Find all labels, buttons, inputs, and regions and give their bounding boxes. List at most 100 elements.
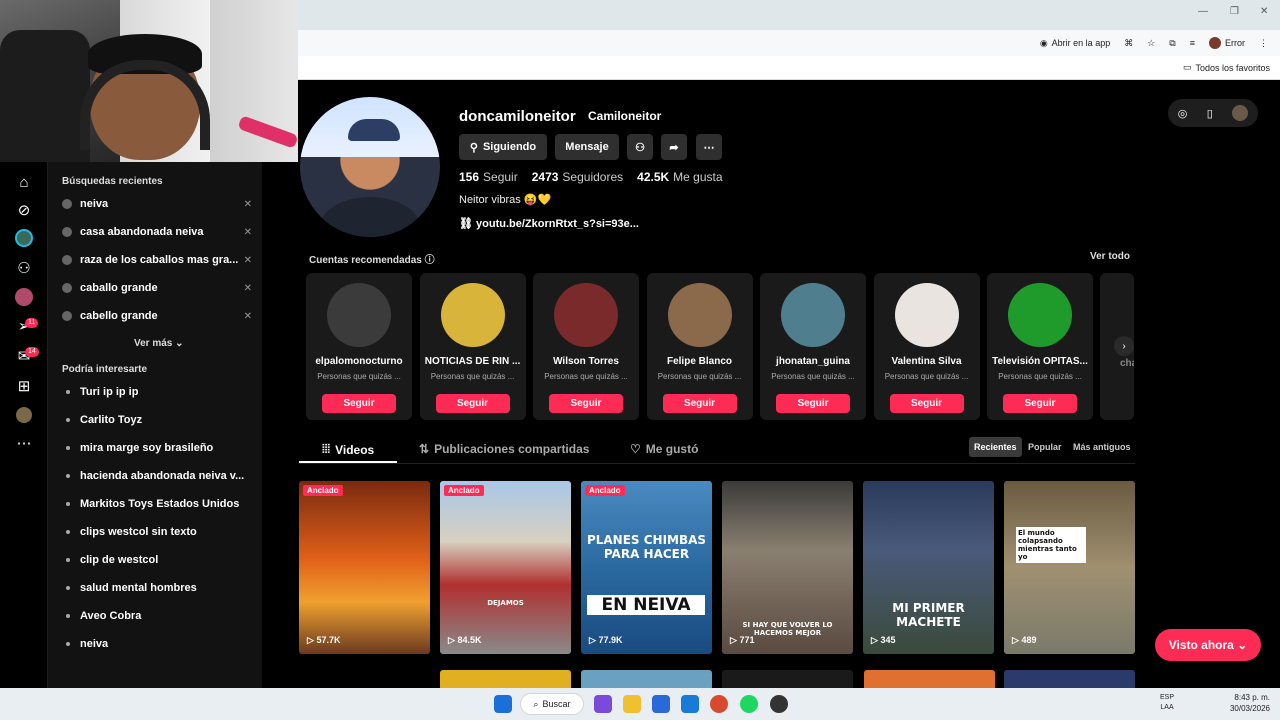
upload-icon[interactable]: ⊞ [14, 376, 34, 396]
watched-now-button[interactable]: Visto ahora ⌄ [1155, 629, 1261, 661]
app-icon[interactable] [770, 695, 788, 713]
follow-button[interactable]: Seguir [776, 394, 850, 413]
more-icon[interactable]: ⋯ [14, 433, 34, 453]
open-in-app-button[interactable]: ◉ Abrir en la app [1040, 38, 1110, 49]
profile-icon[interactable] [14, 405, 34, 425]
video-thumbnail[interactable]: Anclado DEJAMOS ▷ 84.5K [440, 481, 571, 654]
user-avatar[interactable] [1232, 105, 1249, 121]
suggestion-item[interactable]: mira marge soy brasileño [66, 442, 256, 454]
extensions-icon[interactable]: ⧉ [1169, 38, 1175, 49]
follow-button[interactable]: Seguir [549, 394, 623, 413]
menu-icon[interactable]: ⋮ [1259, 38, 1268, 49]
following-button[interactable]: ⚲ Siguiendo [459, 134, 547, 160]
star-icon[interactable]: ☆ [1147, 38, 1155, 49]
recent-search-item[interactable]: caballo grande ✕ [62, 278, 252, 298]
remove-icon[interactable]: ✕ [244, 227, 252, 238]
carousel-next-button[interactable]: › [1114, 336, 1134, 356]
video-thumb-partial[interactable] [722, 670, 853, 688]
friends-avatar-icon[interactable] [14, 287, 34, 307]
video-thumb-partial[interactable] [1004, 670, 1135, 688]
follow-button[interactable]: Seguir [435, 394, 510, 413]
sort-popular[interactable]: Popular [1023, 437, 1067, 457]
avatar[interactable] [667, 283, 732, 347]
add-friend-button[interactable]: ⚇ [627, 134, 653, 160]
remove-icon[interactable]: ✕ [244, 255, 252, 266]
more-options-button[interactable]: ⋯ [696, 134, 722, 160]
following-icon[interactable]: ⚇ [14, 258, 34, 278]
media-icon[interactable]: ≡ [1190, 38, 1195, 48]
avatar[interactable] [1008, 283, 1072, 347]
minimize-icon[interactable]: — [1198, 6, 1208, 17]
remove-icon[interactable]: ✕ [244, 199, 252, 210]
suggestion-item[interactable]: neiva [66, 638, 256, 650]
translate-icon[interactable]: ⌘ [1124, 38, 1133, 49]
chrome-icon[interactable] [710, 695, 728, 713]
suggestion-item[interactable]: Markitos Toys Estados Unidos [66, 498, 256, 510]
remove-icon[interactable]: ✕ [244, 283, 252, 294]
copilot-icon[interactable] [594, 695, 612, 713]
tab-videos[interactable]: ⦙⦙⦙ Videos [322, 442, 374, 457]
tab-liked[interactable]: ♡ Me gustó [630, 442, 698, 456]
video-thumb-partial[interactable] [440, 670, 571, 688]
profile-chip[interactable]: Error [1209, 37, 1245, 49]
sort-recent[interactable]: Recientes [969, 437, 1022, 457]
spotify-icon[interactable] [740, 695, 758, 713]
suggestion-item[interactable]: clips westcol sin texto [66, 526, 256, 538]
recommended-account-card[interactable]: Wilson Torres Personas que quizás ... Segu… [533, 273, 639, 420]
mail-icon[interactable] [681, 695, 699, 713]
suggestion-item[interactable]: Aveo Cobra [66, 610, 256, 622]
share-button[interactable]: ➦ [661, 134, 687, 160]
windows-start-icon[interactable] [494, 695, 512, 713]
avatar[interactable] [327, 283, 391, 347]
avatar[interactable] [781, 283, 845, 347]
follow-button[interactable]: Seguir [662, 394, 737, 413]
video-thumbnail[interactable]: Anclado ▷ 57.7K [299, 481, 430, 654]
tab-shared[interactable]: ⇅ Publicaciones compartidas [419, 442, 589, 456]
info-icon[interactable]: ⓘ [425, 255, 435, 266]
taskbar-search[interactable]: ⌕ Buscar [520, 693, 584, 715]
recommended-account-card[interactable]: Televisión OPITAS... Personas que quizás … [987, 273, 1093, 420]
recommended-account-card[interactable]: NOTICIAS DE RIN ... Personas que quizás .… [419, 273, 526, 420]
suggestion-item[interactable]: clip de westcol [66, 554, 256, 566]
suggestion-item[interactable]: salud mental hombres [66, 582, 256, 594]
video-thumbnail[interactable]: SI HAY QUE VOLVER LO HACEMOS MEJOR ▷ 771 [722, 481, 853, 654]
video-thumbnail[interactable]: El mundo colapsando mientras tanto yo ▷ 4… [1004, 481, 1135, 654]
video-thumbnail[interactable]: MI PRIMER MACHETE ▷ 345 [863, 481, 994, 654]
live-avatar-icon[interactable] [14, 228, 34, 248]
avatar[interactable] [894, 283, 959, 347]
video-thumb-partial[interactable] [864, 670, 995, 688]
see-all-link[interactable]: Ver todo [1090, 251, 1130, 262]
recent-search-item[interactable]: cabello grande ✕ [62, 306, 252, 326]
close-window-icon[interactable]: ✕ [1260, 6, 1268, 17]
recent-search-item[interactable]: neiva ✕ [62, 194, 252, 214]
clock[interactable]: 8:43 p. m. 30/03/2026 [1230, 692, 1270, 714]
store-icon[interactable] [652, 695, 670, 713]
suggestion-item[interactable]: Carlito Toyz [66, 414, 256, 426]
video-thumb-partial[interactable] [581, 670, 712, 688]
message-button[interactable]: Mensaje [555, 134, 619, 160]
recommended-account-card[interactable]: elpalomonocturno Personas que quizás ... S… [306, 273, 412, 420]
following-stat[interactable]: 156 Seguir [459, 170, 518, 184]
followers-stat[interactable]: 2473 Seguidores [532, 170, 623, 184]
all-bookmarks-button[interactable]: ▭ Todos los favoritos [1183, 62, 1270, 73]
see-more-button[interactable]: Ver más ⌄ [134, 338, 184, 349]
home-icon[interactable]: ⌂ [14, 172, 34, 192]
language-indicator[interactable]: ESP LAA [1160, 693, 1174, 713]
recommended-account-card[interactable]: Valentina Silva Personas que quizás ... Se… [873, 273, 980, 420]
recommended-account-card[interactable]: Felipe Blanco Personas que quizás ... Segu… [646, 273, 753, 420]
follow-button[interactable]: Seguir [1003, 394, 1077, 413]
profile-link[interactable]: ⛓ youtu.be/ZkornRtxt_s?si=93e... [459, 217, 639, 230]
recent-search-item[interactable]: casa abandonada neiva ✕ [62, 222, 252, 242]
follow-button[interactable]: Seguir [889, 394, 964, 413]
suggestion-item[interactable]: hacienda abandonada neiva v... [66, 470, 256, 482]
file-explorer-icon[interactable] [623, 695, 641, 713]
sort-oldest[interactable]: Más antiguos [1068, 437, 1136, 457]
phone-icon[interactable]: ▯ [1207, 107, 1213, 120]
compass-icon[interactable]: ◎ [1178, 107, 1188, 120]
avatar[interactable] [554, 283, 618, 347]
recommended-account-card[interactable]: jhonatan_guina Personas que quizás ... Seg… [760, 273, 866, 420]
suggestion-item[interactable]: Turi ip ip ip [66, 386, 256, 398]
remove-icon[interactable]: ✕ [244, 311, 252, 322]
explore-icon[interactable]: ⊘ [14, 200, 34, 220]
avatar[interactable] [440, 283, 505, 347]
